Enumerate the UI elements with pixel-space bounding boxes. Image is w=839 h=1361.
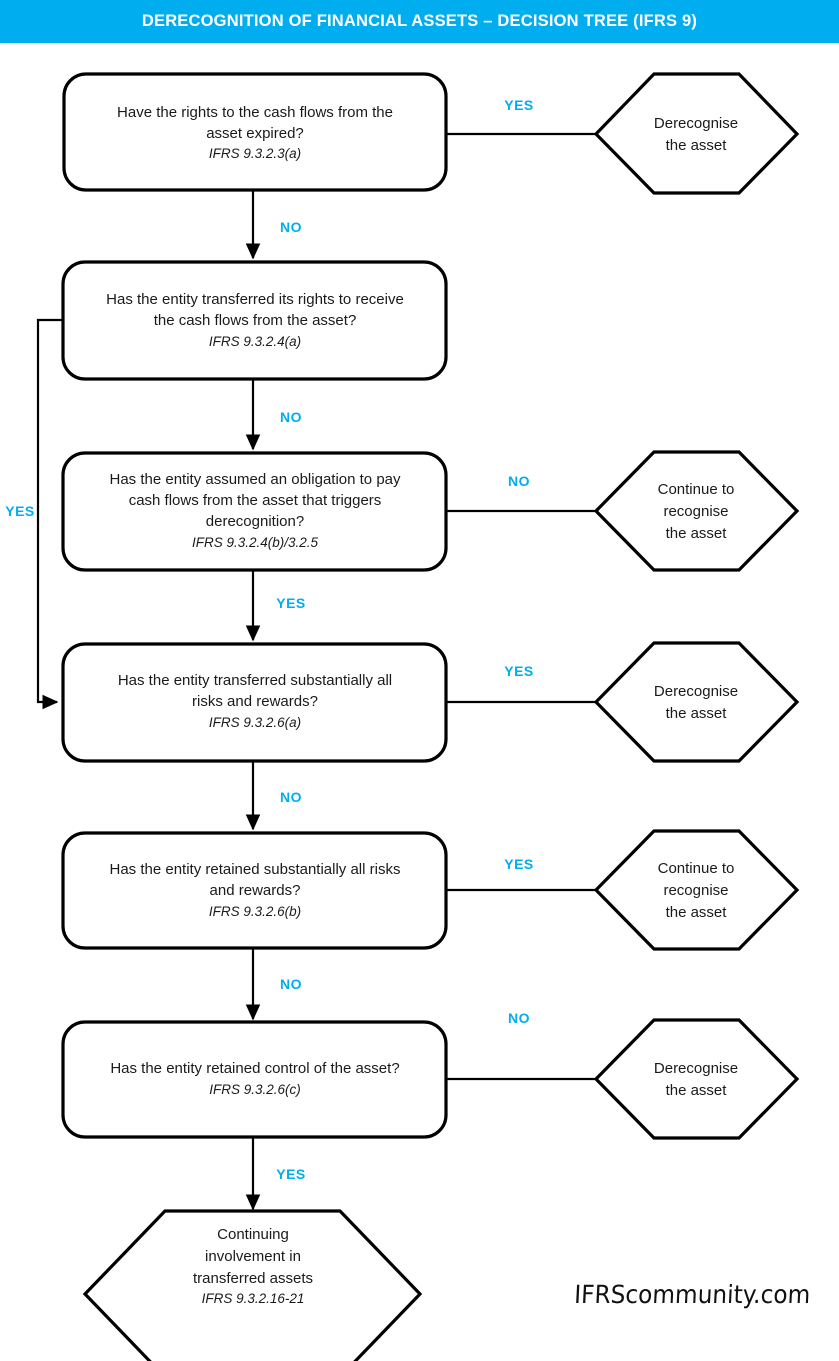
node-q6-shape <box>61 1020 448 1139</box>
node-t5-shape <box>593 1018 800 1140</box>
edge-label-q5-no: NO <box>280 976 302 992</box>
edge-label-q6-no: NO <box>508 1010 530 1026</box>
edge-q2-yes-loop <box>36 318 63 710</box>
node-q3-line-2: derecognition? <box>206 513 304 530</box>
edge-label-q3-yes: YES <box>276 595 306 611</box>
node-t3[interactable]: Derecognise the asset <box>593 641 800 763</box>
node-t6-line-1: involvement in <box>205 1248 301 1265</box>
node-q1-ref: IFRS 9.3.2.3(a) <box>209 146 301 161</box>
node-t5-line-0: Derecognise <box>654 1060 738 1077</box>
node-t5[interactable]: Derecognise the asset <box>593 1018 800 1140</box>
node-t2-line-0: Continue to <box>658 481 735 498</box>
node-t3-shape <box>593 641 800 763</box>
decision-tree-diagram: DERECOGNITION OF FINANCIAL ASSETS – DECI… <box>0 0 839 1361</box>
edge-label-q5-yes: YES <box>504 856 534 872</box>
node-t2-line-2: the asset <box>666 525 728 542</box>
node-q6[interactable]: Has the entity retained control of the a… <box>61 1020 448 1139</box>
node-t1-shape <box>593 72 800 195</box>
node-t4-line-2: the asset <box>666 904 728 921</box>
node-t4[interactable]: Continue to recognise the asset <box>593 829 800 951</box>
node-q2[interactable]: Has the entity transferred its rights to… <box>61 260 448 381</box>
node-q5-line-1: and rewards? <box>210 882 301 899</box>
node-t1-line-1: the asset <box>666 137 728 154</box>
edge-label-q1-no: NO <box>280 219 302 235</box>
edge-label-q4-no: NO <box>280 789 302 805</box>
node-t6[interactable]: Continuing involvement in transferred as… <box>82 1209 423 1361</box>
edge-label-q2-yes: YES <box>5 503 35 519</box>
node-t6-ref: IFRS 9.3.2.16-21 <box>202 1291 305 1306</box>
node-q3-line-0: Has the entity assumed an obligation to … <box>109 471 401 488</box>
node-q5-ref: IFRS 9.3.2.6(b) <box>209 904 301 919</box>
node-q4-ref: IFRS 9.3.2.6(a) <box>209 715 301 730</box>
node-q3-ref: IFRS 9.3.2.4(b)/3.2.5 <box>192 535 319 550</box>
node-t2[interactable]: Continue to recognise the asset <box>593 450 800 572</box>
node-q4-line-1: risks and rewards? <box>192 693 318 710</box>
node-q4-line-0: Has the entity transferred substantially… <box>118 672 392 689</box>
node-t4-line-1: recognise <box>663 882 728 899</box>
node-t1[interactable]: Derecognise the asset <box>593 72 800 195</box>
edge-label-q6-yes: YES <box>276 1166 306 1182</box>
node-q2-line-0: Has the entity transferred its rights to… <box>106 291 404 308</box>
edge-label-q4-yes: YES <box>504 663 534 679</box>
node-q5[interactable]: Has the entity retained substantially al… <box>61 831 448 950</box>
node-q2-line-1: the cash flows from the asset? <box>154 312 357 329</box>
node-t2-line-1: recognise <box>663 503 728 520</box>
node-t6-line-0: Continuing <box>217 1226 289 1243</box>
node-t3-line-0: Derecognise <box>654 683 738 700</box>
edge-label-q2-no: NO <box>280 409 302 425</box>
node-t6-line-2: transferred assets <box>193 1270 313 1287</box>
node-t5-line-1: the asset <box>666 1082 728 1099</box>
edge-label-q3-no: NO <box>508 473 530 489</box>
edge-label-q1-yes: YES <box>504 97 534 113</box>
watermark: IFRScommunity.com <box>573 1280 811 1309</box>
node-t3-line-1: the asset <box>666 705 728 722</box>
node-q3-line-1: cash flows from the asset that triggers <box>129 492 382 509</box>
node-q1[interactable]: Have the rights to the cash flows from t… <box>62 72 448 192</box>
node-q4[interactable]: Has the entity transferred substantially… <box>61 642 448 763</box>
node-q3[interactable]: Has the entity assumed an obligation to … <box>61 451 448 572</box>
node-t1-line-0: Derecognise <box>654 115 738 132</box>
node-q6-ref: IFRS 9.3.2.6(c) <box>209 1082 301 1097</box>
flowchart-canvas: Have the rights to the cash flows from t… <box>5 72 800 1361</box>
node-t4-line-0: Continue to <box>658 860 735 877</box>
node-q6-line-0: Has the entity retained control of the a… <box>110 1060 399 1077</box>
node-q2-ref: IFRS 9.3.2.4(a) <box>209 334 301 349</box>
node-q5-line-0: Has the entity retained substantially al… <box>110 861 401 878</box>
node-q1-line-0: Have the rights to the cash flows from t… <box>117 104 393 121</box>
node-q1-line-1: asset expired? <box>206 125 304 142</box>
